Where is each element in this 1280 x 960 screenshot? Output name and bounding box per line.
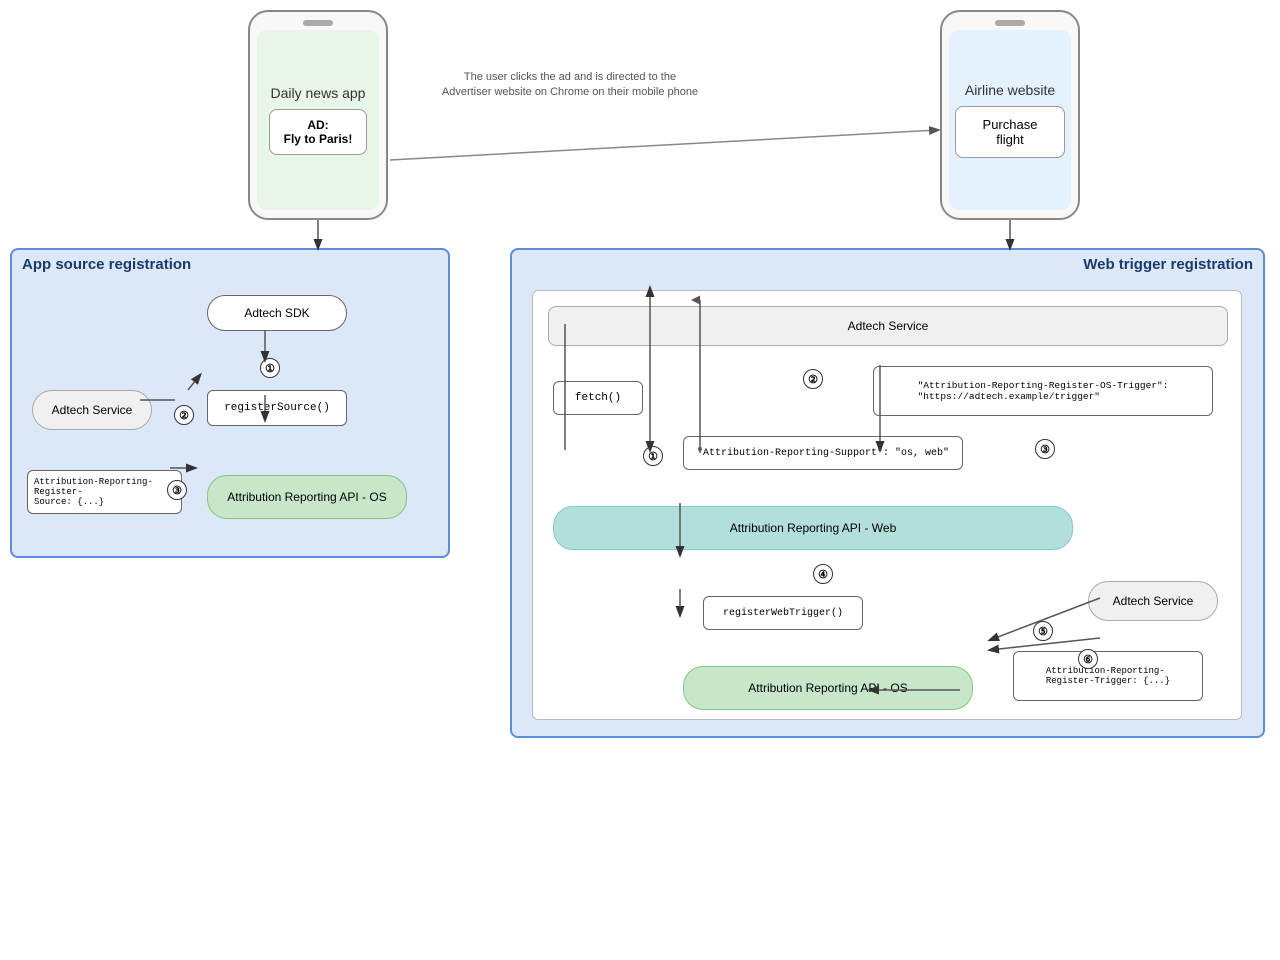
fetch-label: fetch() [575,392,621,404]
web-trigger-reg-box: Web trigger registration Adtech Service … [510,248,1265,738]
register-web-trigger-box: registerWebTrigger() [703,596,863,630]
left-phone-ad: AD:Fly to Paris! [269,109,368,155]
adtech-service-right-box: Adtech Service [1088,581,1218,621]
phone-notch-left [303,20,333,26]
step-6-right: ⑥ [1078,649,1098,669]
api-os-left-box: Attribution Reporting API - OS [207,475,407,519]
adtech-service-right-label: Adtech Service [1113,594,1194,608]
diagram-container: Daily news app AD:Fly to Paris! Airline … [0,0,1280,960]
api-os-right-label: Attribution Reporting API - OS [748,681,907,695]
ad-text: AD:Fly to Paris! [284,118,353,146]
code-block-left-box: Attribution-Reporting-Register-Source: {… [27,470,182,514]
web-trigger-inner-panel: Adtech Service fetch() "Attribution-Repo… [532,290,1242,720]
step-4-right: ④ [813,564,833,584]
api-os-left-label: Attribution Reporting API - OS [227,490,386,504]
step-2-right: ② [803,369,823,389]
right-phone-action: Purchase flight [955,106,1065,158]
annotation-text-content: The user clicks the ad and is directed t… [442,71,698,98]
api-os-right-box: Attribution Reporting API - OS [683,666,973,710]
step-3-left: ③ [167,480,187,500]
left-phone: Daily news app AD:Fly to Paris! [248,10,388,220]
code-block-right-label: Attribution-Reporting-Register-Trigger: … [1046,666,1170,686]
step-1-right: ① [643,446,663,466]
register-source-box: registerSource() [207,390,347,426]
adtech-service-top-box: Adtech Service [548,306,1228,346]
adtech-service-left-label: Adtech Service [52,403,133,417]
os-trigger-header-label: "Attribution-Reporting-Register-OS-Trigg… [918,380,1169,402]
register-source-label: registerSource() [224,402,330,414]
api-web-box: Attribution Reporting API - Web [553,506,1073,550]
adtech-service-left-box: Adtech Service [32,390,152,430]
os-trigger-header-box: "Attribution-Reporting-Register-OS-Trigg… [873,366,1213,416]
purchase-text: Purchase flight [983,117,1038,147]
arrow-annotation: The user clicks the ad and is directed t… [440,70,700,101]
phone-notch-right [995,20,1025,26]
step-1-left: ① [260,358,280,378]
step-2-left: ② [174,405,194,425]
code-block-left-label: Attribution-Reporting-Register-Source: {… [34,477,175,507]
step-5-right: ⑤ [1033,621,1053,641]
support-header-label: "Attribution-Reporting-Support": "os, we… [697,448,949,459]
adtech-sdk-box: Adtech SDK [207,295,347,331]
web-trigger-reg-title: Web trigger registration [1083,256,1253,273]
api-web-label: Attribution Reporting API - Web [730,521,897,535]
step-3-right: ③ [1035,439,1055,459]
right-phone-screen: Airline website Purchase flight [949,30,1071,210]
app-source-reg-title: App source registration [22,256,191,273]
app-source-reg-box: App source registration Adtech SDK Adtec… [10,248,450,558]
fetch-box: fetch() [553,381,643,415]
left-phone-title: Daily news app [271,85,366,101]
adtech-sdk-label: Adtech SDK [244,306,309,320]
left-phone-screen: Daily news app AD:Fly to Paris! [257,30,379,210]
register-web-trigger-label: registerWebTrigger() [723,608,843,619]
right-phone-title: Airline website [965,82,1055,98]
support-header-box: "Attribution-Reporting-Support": "os, we… [683,436,963,470]
right-phone: Airline website Purchase flight [940,10,1080,220]
adtech-service-top-label: Adtech Service [848,319,929,333]
code-block-right-box: Attribution-Reporting-Register-Trigger: … [1013,651,1203,701]
